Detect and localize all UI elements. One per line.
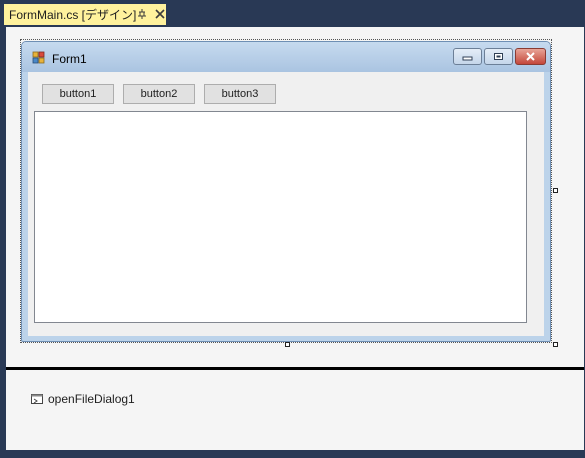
- form-client-area: button1 button2 button3: [28, 72, 544, 336]
- tray-item-label: openFileDialog1: [48, 392, 135, 406]
- caption-buttons: [453, 48, 546, 65]
- resize-handle-bottom-right[interactable]: [553, 342, 558, 347]
- close-icon[interactable]: [154, 8, 166, 20]
- resize-handle-right[interactable]: [553, 188, 558, 193]
- form-title: Form1: [52, 52, 87, 66]
- document-tab-title: FormMain.cs [デザイン]: [9, 8, 137, 22]
- close-window-icon: [526, 52, 535, 61]
- button2[interactable]: button2: [123, 84, 195, 104]
- pin-icon[interactable]: [137, 8, 148, 20]
- form-window[interactable]: Form1 button1 button2 button3: [21, 41, 551, 342]
- designer-editor: Form1 button1 button2 button3 openFileDi…: [6, 27, 585, 450]
- minimize-button[interactable]: [453, 48, 482, 65]
- close-window-button[interactable]: [515, 48, 546, 65]
- listbox[interactable]: [34, 111, 527, 323]
- maximize-icon: [494, 53, 503, 60]
- document-tab-formmain[interactable]: FormMain.cs [デザイン]: [4, 4, 166, 25]
- document-tab-strip: FormMain.cs [デザイン]: [0, 0, 585, 27]
- component-tray: openFileDialog1: [6, 370, 585, 450]
- maximize-button[interactable]: [484, 48, 513, 65]
- button1[interactable]: button1: [42, 84, 114, 104]
- form-app-icon: [32, 51, 45, 64]
- open-file-dialog-icon: [31, 394, 43, 404]
- tray-item-openfiledialog1[interactable]: openFileDialog1: [30, 392, 135, 406]
- minimize-icon: [462, 56, 473, 61]
- button3[interactable]: button3: [204, 84, 276, 104]
- form-title-bar: Form1: [22, 42, 550, 72]
- design-surface[interactable]: Form1 button1 button2 button3: [6, 27, 585, 367]
- resize-handle-bottom[interactable]: [285, 342, 290, 347]
